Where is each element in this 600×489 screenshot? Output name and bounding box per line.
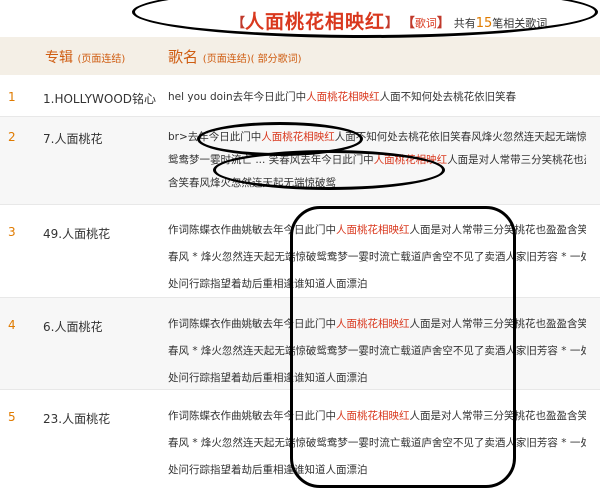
lyric-text: br>去年今日此门中 [168, 131, 262, 143]
lyric-snippet-line[interactable]: 处问行踪指望着劫后重相逢谁知道人面漂泊 [168, 370, 586, 385]
lyric-text: 人面不知何处去桃花依旧笑春风烽火忽然连天起无端惊破 [334, 131, 586, 143]
column-album: 专辑 (页面连结) [45, 47, 125, 67]
result-row: 2 7.人面桃花 br>去年今日此门中人面桃花相映红人面不知何处去桃花依旧笑春风烽火… [0, 117, 600, 204]
album-link[interactable]: 49.人面桃花 [43, 225, 110, 242]
search-summary: 【人面桃花相映红】 【歌词】 共有15笔相关歌词 [232, 6, 547, 33]
search-keyword: 人面桃花相映红 [245, 11, 386, 33]
lyric-text: 处问行踪指望着劫后重相逢谁知道人面漂泊 [168, 464, 368, 476]
row-number: 1 [8, 90, 16, 104]
lyric-text: 人面是对人常带三分笑桃花也盈盈含笑舞 [409, 410, 587, 422]
tag-bracket-right: 】 [436, 16, 450, 31]
column-song: 歌名 (页面连结)( 部分歌词) [168, 46, 302, 67]
lyric-text: hel you doin去年今日此门中 [168, 91, 307, 103]
lyric-snippet-line[interactable]: 含笑春风烽火忽然连天起无端惊破鸳 [168, 175, 586, 190]
album-link[interactable]: 6.人面桃花 [43, 318, 102, 335]
count-prefix: 共有 [453, 17, 476, 30]
row-number: 3 [8, 225, 16, 239]
count-suffix: 笔相关歌词 [492, 17, 548, 30]
lyric-keyword-highlight: 人面桃花相映红 [336, 224, 410, 236]
result-row: 4 6.人面桃花 作词陈蝶衣作曲姚敏去年今日此门中人面桃花相映红人面是对人常带三分笑… [0, 298, 600, 389]
lyric-text: 春风 * 烽火忽然连天起无端惊破鸳鸯梦一霎时流亡载道庐舍空不见了卖酒人家旧芳容 … [168, 437, 586, 449]
lyric-text: 作词陈蝶衣作曲姚敏去年今日此门中 [168, 318, 336, 330]
lyric-snippet-line[interactable]: 鸳鸯梦一霎时流亡 ... 笑春风去年今日此门中人面桃花相映红人面是对人常带三分笑… [168, 152, 586, 167]
result-row: 5 23.人面桃花 作词陈蝶衣作曲姚敏去年今日此门中人面桃花相映红人面是对人常带三分… [0, 390, 600, 489]
lyric-text: 人面是对人常带三分笑桃花也盈盈 [447, 154, 586, 166]
lyric-text: 春风 * 烽火忽然连天起无端惊破鸳鸯梦一霎时流亡载道庐舍空不见了卖酒人家旧芳容 … [168, 251, 586, 263]
lyric-text: 作词陈蝶衣作曲姚敏去年今日此门中 [168, 224, 336, 236]
album-link[interactable]: 23.人面桃花 [43, 410, 110, 427]
column-song-note: (页面连结)( 部分歌词) [202, 54, 302, 65]
album-link[interactable]: 1.HOLLYWOOD铭心 [43, 90, 156, 107]
row-number: 2 [8, 130, 16, 144]
row-number: 4 [8, 318, 16, 332]
lyric-snippet-line[interactable]: 作词陈蝶衣作曲姚敏去年今日此门中人面桃花相映红人面是对人常带三分笑桃花也盈盈含笑… [168, 222, 586, 237]
result-row: 1 1.HOLLYWOOD铭心 hel you doin去年今日此门中人面桃花相映红… [0, 80, 600, 116]
lyric-snippet-line[interactable]: 春风 * 烽火忽然连天起无端惊破鸳鸯梦一霎时流亡载道庐舍空不见了卖酒人家旧芳容 … [168, 249, 586, 264]
lyric-text: 人面是对人常带三分笑桃花也盈盈含笑舞 [409, 318, 587, 330]
lyric-text: 处问行踪指望着劫后重相逢谁知道人面漂泊 [168, 278, 368, 290]
lyric-snippet-line[interactable]: 处问行踪指望着劫后重相逢谁知道人面漂泊 [168, 276, 586, 291]
results-header: 【人面桃花相映红】 【歌词】 共有15笔相关歌词 [0, 0, 600, 34]
lyric-keyword-highlight: 人面桃花相映红 [306, 91, 380, 103]
result-row: 3 49.人面桃花 作词陈蝶衣作曲姚敏去年今日此门中人面桃花相映红人面是对人常带三分… [0, 206, 600, 297]
lyric-text: 处问行踪指望着劫后重相逢谁知道人面漂泊 [168, 372, 368, 384]
column-album-label: 专辑 [45, 50, 73, 66]
title-bracket-right: 】 [385, 16, 399, 31]
column-album-note: (页面连结) [77, 54, 126, 65]
lyric-snippet-line[interactable]: hel you doin去年今日此门中人面桃花相映红人面不知何处去桃花依旧笑春 [168, 89, 586, 104]
column-header: 专辑 (页面连结) 歌名 (页面连结)( 部分歌词) [0, 37, 600, 75]
title-bracket-left: 【 [232, 16, 246, 31]
lyric-keyword-highlight: 人面桃花相映红 [373, 154, 448, 166]
row-divider [0, 204, 600, 205]
row-number: 5 [8, 410, 16, 424]
lyric-snippet-line[interactable]: 作词陈蝶衣作曲姚敏去年今日此门中人面桃花相映红人面是对人常带三分笑桃花也盈盈含笑… [168, 408, 586, 423]
lyric-snippet-line[interactable]: 处问行踪指望着劫后重相逢谁知道人面漂泊 [168, 462, 586, 477]
category-tag-lyrics[interactable]: 歌词 [415, 17, 437, 30]
lyric-keyword-highlight: 人面桃花相映红 [336, 318, 410, 330]
lyric-snippet-line[interactable]: 春风 * 烽火忽然连天起无端惊破鸳鸯梦一霎时流亡载道庐舍空不见了卖酒人家旧芳容 … [168, 435, 586, 450]
lyric-text: 人面不知何处去桃花依旧笑春 [379, 91, 517, 103]
lyric-text: 作词陈蝶衣作曲姚敏去年今日此门中 [168, 410, 336, 422]
result-count: 15 [475, 16, 493, 31]
tag-bracket-left: 【 [401, 16, 415, 31]
lyric-text: 鸳鸯梦一霎时流亡 ... 笑春风去年今日此门中 [168, 154, 374, 166]
lyric-snippet-line[interactable]: 春风 * 烽火忽然连天起无端惊破鸳鸯梦一霎时流亡载道庐舍空不见了卖酒人家旧芳容 … [168, 343, 586, 358]
lyric-snippet-line[interactable]: 作词陈蝶衣作曲姚敏去年今日此门中人面桃花相映红人面是对人常带三分笑桃花也盈盈含笑… [168, 316, 586, 331]
album-link[interactable]: 7.人面桃花 [43, 130, 102, 147]
lyric-keyword-highlight: 人面桃花相映红 [336, 410, 410, 422]
lyric-keyword-highlight: 人面桃花相映红 [261, 131, 335, 143]
column-song-label: 歌名 [168, 48, 199, 66]
lyric-snippet-line[interactable]: br>去年今日此门中人面桃花相映红人面不知何处去桃花依旧笑春风烽火忽然连天起无端… [168, 129, 586, 144]
lyric-text: 人面是对人常带三分笑桃花也盈盈含笑舞 [409, 224, 587, 236]
lyric-text: 含笑春风烽火忽然连天起无端惊破鸳 [168, 177, 336, 189]
lyric-text: 春风 * 烽火忽然连天起无端惊破鸳鸯梦一霎时流亡载道庐舍空不见了卖酒人家旧芳容 … [168, 345, 586, 357]
